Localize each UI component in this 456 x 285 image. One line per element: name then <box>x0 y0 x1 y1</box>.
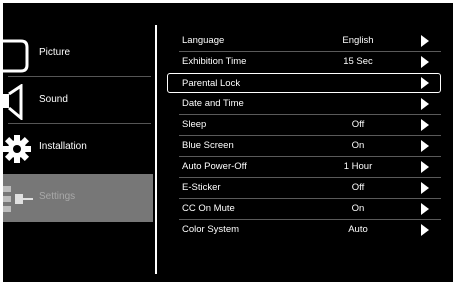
setting-name: Date and Time <box>182 98 244 109</box>
setting-row-language[interactable]: Language English <box>168 31 438 50</box>
sidebar-separator <box>8 76 151 77</box>
setting-row-blue-screen[interactable]: Blue Screen On <box>168 136 438 155</box>
setting-name: Auto Power-Off <box>182 161 247 172</box>
sidebar-item-label: Sound <box>39 94 68 105</box>
arrow-right-icon <box>421 35 429 47</box>
setting-row-cc-on-mute[interactable]: CC On Mute On <box>168 199 438 218</box>
setting-value: English <box>342 35 374 46</box>
sidebar-separator <box>8 123 151 124</box>
speaker-icon <box>3 84 23 120</box>
setting-row-auto-power-off[interactable]: Auto Power-Off 1 Hour <box>168 157 438 176</box>
setting-name: Exhibition Time <box>182 56 247 67</box>
setting-row-color-system[interactable]: Color System Auto <box>168 220 438 239</box>
sidebar-item-sound[interactable]: Sound <box>3 78 153 125</box>
sidebar-item-label: Settings <box>39 191 76 202</box>
sidebar: Picture Sound Installation Settings <box>3 3 153 282</box>
setting-row-date-and-time[interactable]: Date and Time <box>168 94 438 113</box>
menu-divider <box>155 25 157 274</box>
setting-value: On <box>351 140 365 151</box>
arrow-right-icon <box>421 224 429 236</box>
setting-row-sleep[interactable]: Sleep Off <box>168 115 438 134</box>
sidebar-item-label: Picture <box>39 47 71 58</box>
setting-name: E-Sticker <box>182 182 221 193</box>
setting-name: Sleep <box>182 119 207 130</box>
arrow-right-icon <box>421 203 429 215</box>
setting-row-e-sticker[interactable]: E-Sticker Off <box>168 178 438 197</box>
sidebar-item-installation[interactable]: Installation <box>3 125 153 172</box>
picture-icon <box>3 39 29 73</box>
arrow-right-icon <box>421 182 429 194</box>
arrow-right-icon <box>421 56 429 68</box>
gear-icon <box>3 135 31 163</box>
arrow-right-icon <box>421 77 429 89</box>
setting-row-parental-lock[interactable]: Parental Lock <box>167 73 441 93</box>
sidebar-item-picture[interactable]: Picture <box>3 31 153 78</box>
arrow-right-icon <box>421 98 429 110</box>
setting-value: On <box>351 203 365 214</box>
setting-name: Blue Screen <box>182 140 234 151</box>
arrow-right-icon <box>421 140 429 152</box>
setting-value: Auto <box>348 224 368 235</box>
setting-name: Color System <box>182 224 240 235</box>
tv-menu-screen: Picture Sound Installation Settings Lang… <box>3 3 453 282</box>
setting-value: Off <box>351 119 365 130</box>
setting-row-exhibition-time[interactable]: Exhibition Time 15 Sec <box>168 52 438 71</box>
setting-value: 1 Hour <box>343 161 373 172</box>
sidebar-item-settings[interactable]: Settings <box>3 174 153 222</box>
setting-name: Language <box>182 35 225 46</box>
arrow-right-icon <box>421 161 429 173</box>
setting-value: 15 Sec <box>343 56 373 67</box>
setting-name: Parental Lock <box>182 78 241 89</box>
sidebar-item-label: Installation <box>39 141 87 152</box>
arrow-right-icon <box>421 119 429 131</box>
settings-icon <box>3 186 33 212</box>
setting-value: Off <box>351 182 365 193</box>
setting-name: CC On Mute <box>182 203 235 214</box>
